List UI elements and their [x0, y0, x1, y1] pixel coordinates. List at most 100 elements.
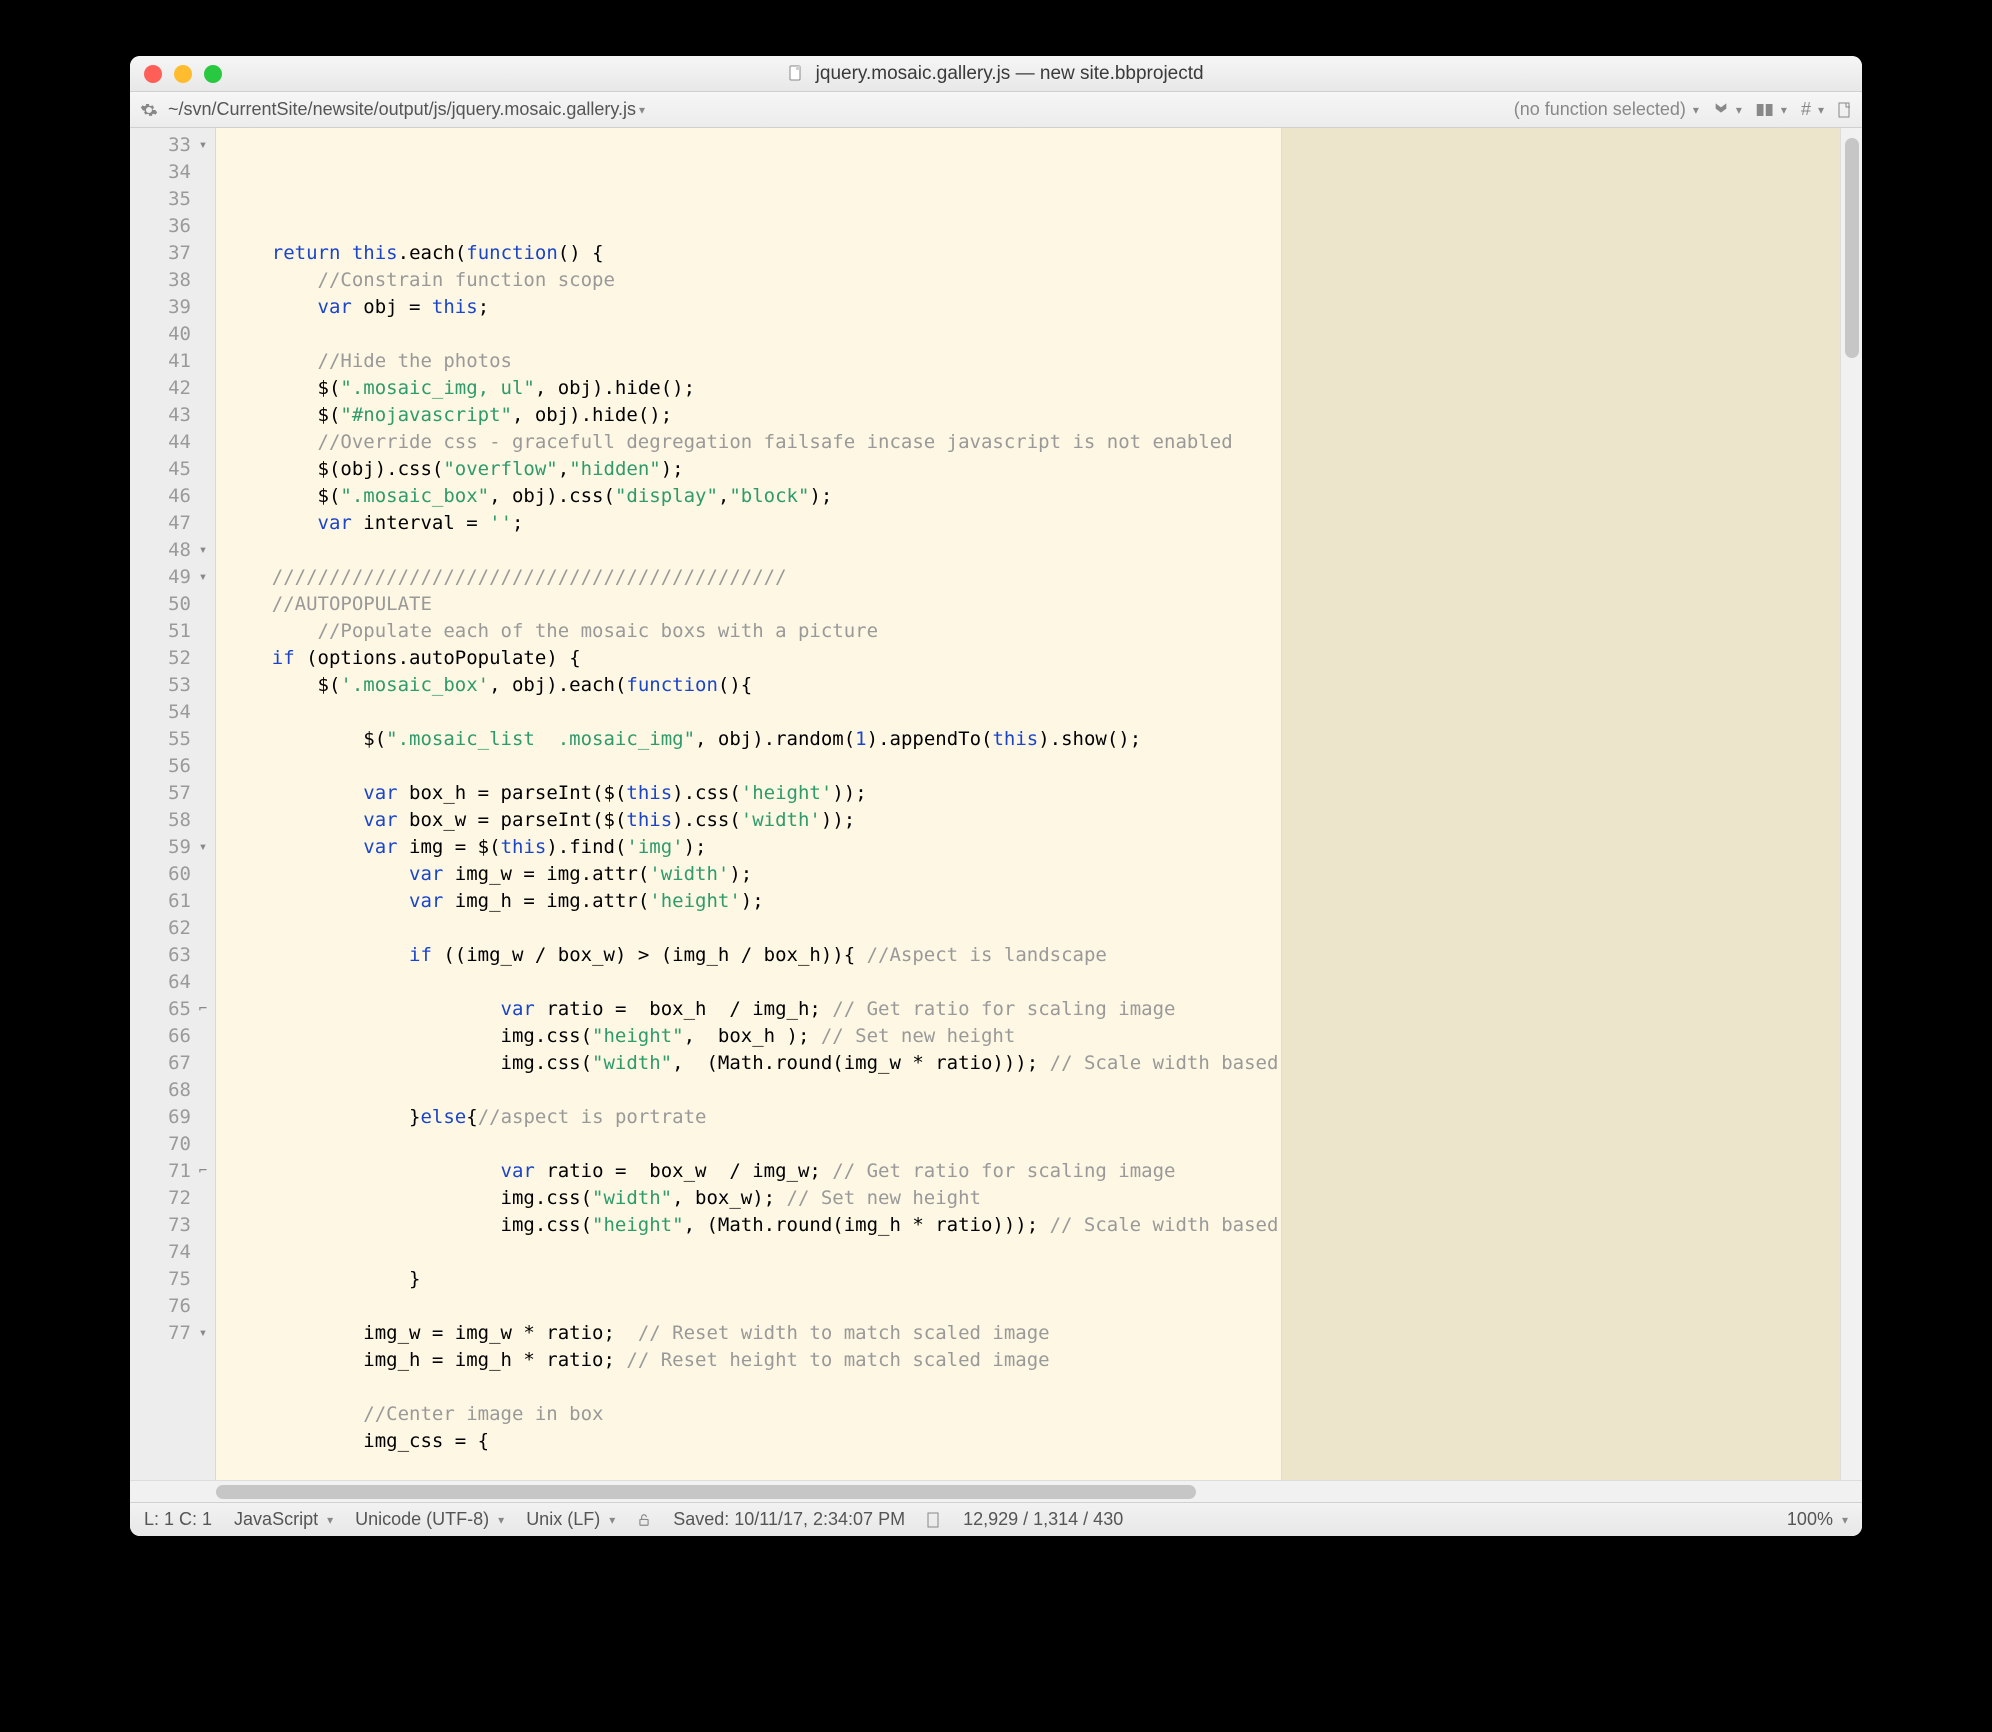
line-gutter[interactable]: 33▾343536373839404142434445464748▾49▾505…: [130, 128, 216, 1480]
code-line[interactable]: [226, 1239, 1852, 1266]
line-number[interactable]: 41: [130, 348, 215, 375]
code-line[interactable]: img.css("height", box_h ); // Set new he…: [226, 1023, 1852, 1050]
line-number[interactable]: 52: [130, 645, 215, 672]
code-line[interactable]: [226, 1374, 1852, 1401]
line-number[interactable]: 72: [130, 1185, 215, 1212]
line-number[interactable]: 44: [130, 429, 215, 456]
code-line[interactable]: var ratio = box_h / img_h; // Get ratio …: [226, 996, 1852, 1023]
line-number[interactable]: 39: [130, 294, 215, 321]
code-line[interactable]: img_w = img_w * ratio; // Reset width to…: [226, 1320, 1852, 1347]
line-number[interactable]: 33▾: [130, 132, 215, 159]
line-number[interactable]: 57: [130, 780, 215, 807]
code-line[interactable]: [226, 537, 1852, 564]
line-number[interactable]: 66: [130, 1023, 215, 1050]
code-line[interactable]: img.css("width", box_w); // Set new heig…: [226, 1185, 1852, 1212]
includes-popup[interactable]: #▾: [1801, 99, 1824, 120]
code-line[interactable]: var interval = '';: [226, 510, 1852, 537]
code-line[interactable]: $(".mosaic_box", obj).css("display","blo…: [226, 483, 1852, 510]
code-line[interactable]: [226, 1077, 1852, 1104]
code-line[interactable]: var box_w = parseInt($(this).css('width'…: [226, 807, 1852, 834]
line-number[interactable]: 34: [130, 159, 215, 186]
code-line[interactable]: img.css("height", (Math.round(img_h * ra…: [226, 1212, 1852, 1239]
code-line[interactable]: [226, 1293, 1852, 1320]
line-number[interactable]: 40: [130, 321, 215, 348]
code-line[interactable]: }else{//aspect is portrate: [226, 1104, 1852, 1131]
cursor-position[interactable]: L: 1 C: 1: [144, 1509, 212, 1530]
lock-icon[interactable]: [637, 1513, 651, 1527]
lineending-popup[interactable]: Unix (LF)▾: [526, 1509, 615, 1530]
line-number[interactable]: 58: [130, 807, 215, 834]
line-number[interactable]: 35: [130, 186, 215, 213]
line-number[interactable]: 48▾: [130, 537, 215, 564]
zoom-popup[interactable]: 100%▾: [1787, 1509, 1848, 1530]
line-number[interactable]: 61: [130, 888, 215, 915]
code-line[interactable]: $(".mosaic_img, ul", obj).hide();: [226, 375, 1852, 402]
code-line[interactable]: img_h = img_h * ratio; // Reset height t…: [226, 1347, 1852, 1374]
line-number[interactable]: 65⌐: [130, 996, 215, 1023]
line-number[interactable]: 62: [130, 915, 215, 942]
line-number[interactable]: 69: [130, 1104, 215, 1131]
code-line[interactable]: var img = $(this).find('img');: [226, 834, 1852, 861]
file-path[interactable]: ~/svn/CurrentSite/newsite/output/js/jque…: [168, 99, 636, 120]
line-number[interactable]: 76: [130, 1293, 215, 1320]
line-number[interactable]: 77▾: [130, 1320, 215, 1347]
line-number[interactable]: 36: [130, 213, 215, 240]
line-number[interactable]: 38: [130, 267, 215, 294]
line-number[interactable]: 43: [130, 402, 215, 429]
code-line[interactable]: $("#nojavascript", obj).hide();: [226, 402, 1852, 429]
line-number[interactable]: 45: [130, 456, 215, 483]
fold-toggle-icon[interactable]: ▾: [195, 132, 211, 159]
line-number[interactable]: 67: [130, 1050, 215, 1077]
code-line[interactable]: //Constrain function scope: [226, 267, 1852, 294]
code-view[interactable]: return this.each(function() { //Constrai…: [216, 128, 1862, 1480]
code-line[interactable]: [226, 699, 1852, 726]
line-number[interactable]: 73: [130, 1212, 215, 1239]
line-number[interactable]: 68: [130, 1077, 215, 1104]
code-line[interactable]: if ((img_w / box_w) > (img_h / box_h)){ …: [226, 942, 1852, 969]
code-line[interactable]: [226, 915, 1852, 942]
horizontal-scrollbar[interactable]: [130, 1480, 1862, 1502]
code-line[interactable]: img.css("width", (Math.round(img_w * rat…: [226, 1050, 1852, 1077]
line-number[interactable]: 75: [130, 1266, 215, 1293]
line-number[interactable]: 47: [130, 510, 215, 537]
line-number[interactable]: 53: [130, 672, 215, 699]
function-popup[interactable]: (no function selected)▾: [1514, 99, 1699, 120]
code-line[interactable]: [226, 1131, 1852, 1158]
vertical-scrollbar[interactable]: [1840, 128, 1862, 1480]
code-line[interactable]: [226, 753, 1852, 780]
fold-toggle-icon[interactable]: ▾: [195, 537, 211, 564]
code-line[interactable]: [226, 321, 1852, 348]
line-number[interactable]: 46: [130, 483, 215, 510]
code-line[interactable]: return this.each(function() {: [226, 240, 1852, 267]
code-line[interactable]: //Center image in box: [226, 1401, 1852, 1428]
code-line[interactable]: //Populate each of the mosaic boxs with …: [226, 618, 1852, 645]
code-line[interactable]: var obj = this;: [226, 294, 1852, 321]
code-line[interactable]: var img_w = img.attr('width');: [226, 861, 1852, 888]
code-line[interactable]: }: [226, 1266, 1852, 1293]
line-number[interactable]: 63: [130, 942, 215, 969]
fold-toggle-icon[interactable]: ▾: [195, 834, 211, 861]
fold-toggle-icon[interactable]: ▾: [195, 564, 211, 591]
code-line[interactable]: //Hide the photos: [226, 348, 1852, 375]
document-icon[interactable]: [1838, 102, 1852, 118]
line-number[interactable]: 56: [130, 753, 215, 780]
line-number[interactable]: 74: [130, 1239, 215, 1266]
gear-icon[interactable]: [140, 101, 158, 119]
code-line[interactable]: //AUTOPOPULATE: [226, 591, 1852, 618]
line-number[interactable]: 42: [130, 375, 215, 402]
counterpart-popup[interactable]: ▾: [1756, 103, 1787, 117]
code-line[interactable]: $(".mosaic_list .mosaic_img", obj).rando…: [226, 726, 1852, 753]
path-dropdown-icon[interactable]: ▾: [639, 103, 645, 117]
code-line[interactable]: img_css = {: [226, 1428, 1852, 1455]
line-number[interactable]: 70: [130, 1131, 215, 1158]
line-number[interactable]: 37: [130, 240, 215, 267]
code-line[interactable]: [226, 969, 1852, 996]
code-line[interactable]: var ratio = box_w / img_w; // Get ratio …: [226, 1158, 1852, 1185]
line-number[interactable]: 50: [130, 591, 215, 618]
document-stats[interactable]: 12,929 / 1,314 / 430: [963, 1509, 1123, 1530]
code-line[interactable]: var img_h = img.attr('height');: [226, 888, 1852, 915]
code-line[interactable]: var box_h = parseInt($(this).css('height…: [226, 780, 1852, 807]
fold-toggle-icon[interactable]: ▾: [195, 1320, 211, 1347]
code-line[interactable]: //Override css - gracefull degregation f…: [226, 429, 1852, 456]
minimize-icon[interactable]: [174, 65, 192, 83]
